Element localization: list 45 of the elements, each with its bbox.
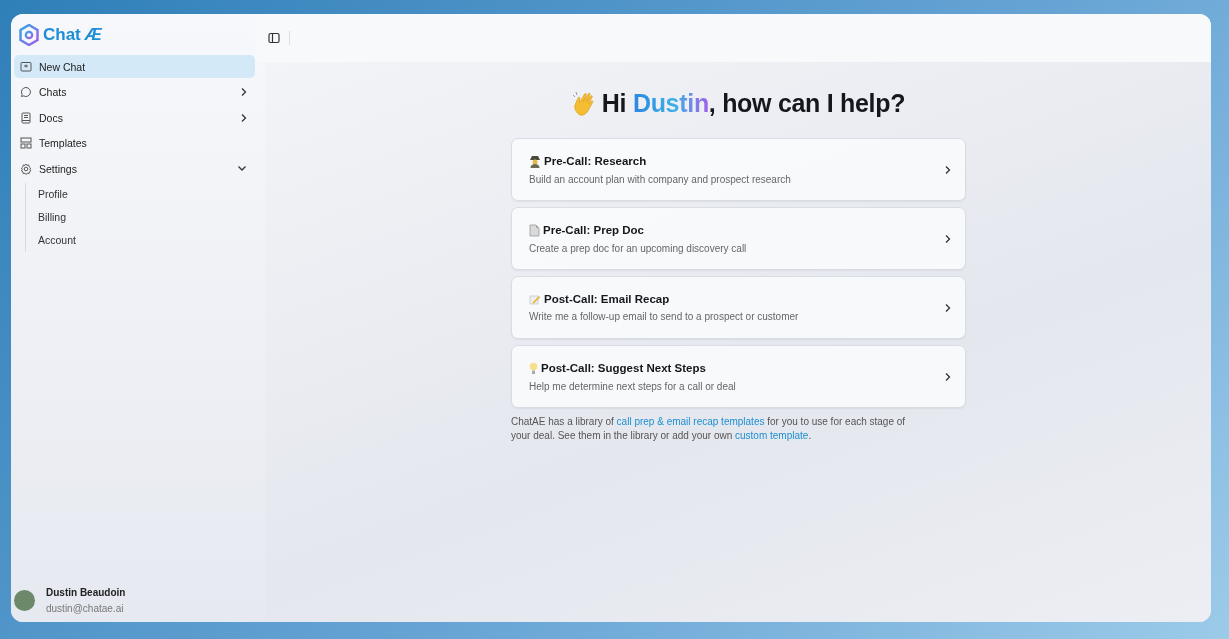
chevron-right-icon <box>240 112 247 123</box>
prompt-card[interactable]: Pre-Call: Prep Doc Create a prep doc for an upcoming discovery call <box>511 207 966 270</box>
brand-mark: Æ <box>84 24 101 45</box>
sidebar-subitem[interactable]: Billing <box>38 205 255 229</box>
document-icon <box>20 111 32 124</box>
chevron-down-icon <box>237 165 247 172</box>
card-title: Pre-Call: Research <box>544 155 647 167</box>
sidebar-item[interactable]: Docs <box>14 106 255 129</box>
card-title: Pre-Call: Prep Doc <box>543 224 644 236</box>
prompt-card[interactable]: Post-Call: Suggest Next Steps Help me determine next steps for a call or deal <box>511 345 966 408</box>
card-description: Build an account plan with company and prospect research <box>529 173 792 185</box>
chevron-right-icon <box>944 371 951 382</box>
user-name: Dustin Beaudoin <box>46 587 126 598</box>
chevron-right-icon <box>240 87 247 97</box>
settings-icon <box>20 162 32 175</box>
card-description: Create a prep doc for an upcoming discovery call <box>529 242 748 254</box>
card-title: Post-Call: Email Recap <box>544 293 670 305</box>
templates-note: ChatAE has a library of call prep & email recap templates for you to use for each stage of your deal. See them in the library or add your own custom template. <box>511 415 907 443</box>
layout-icon <box>20 137 32 149</box>
chevron-right-icon <box>944 302 951 313</box>
card-title: Post-Call: Suggest Next Steps <box>541 362 706 374</box>
avatar-placeholder <box>14 590 35 611</box>
brand-name: Chat <box>43 24 81 45</box>
chevron-right-icon <box>944 164 951 175</box>
detective-icon <box>529 154 541 168</box>
new-chat-icon <box>20 60 32 73</box>
chevron-right-icon <box>944 233 951 244</box>
prompt-card[interactable]: Pre-Call: Research Build an account plan with company and prospect research <box>511 138 966 201</box>
card-description: Write me a follow-up email to send to a prospect or customer <box>529 311 800 322</box>
hexagon-logo-icon <box>19 23 39 46</box>
sidebar-item[interactable]: Settings <box>14 157 255 180</box>
prompt-card[interactable]: Post-Call: Email Recap Write me a follow-up email to send to a prospect or customer <box>511 276 966 339</box>
page-icon <box>529 223 540 237</box>
light-bulb-icon <box>529 361 538 375</box>
sidebar-toggle-icon[interactable] <box>268 32 280 44</box>
card-description: Help me determine next steps for a call or deal <box>529 380 737 392</box>
sidebar-item[interactable]: Templates <box>14 131 255 155</box>
greeting-heading: Hi Dustin, how can I help? <box>601 89 906 118</box>
chat-bubble-icon <box>20 86 32 98</box>
sidebar-item[interactable]: Chats <box>14 80 255 104</box>
sidebar-subitem[interactable]: Account <box>38 228 255 252</box>
memo-pencil-icon <box>529 293 541 305</box>
sidebar-item[interactable]: New Chat <box>14 55 255 78</box>
sidebar-subitem[interactable]: Profile <box>38 182 255 206</box>
user-email: dustin@chatae.ai <box>46 603 125 614</box>
